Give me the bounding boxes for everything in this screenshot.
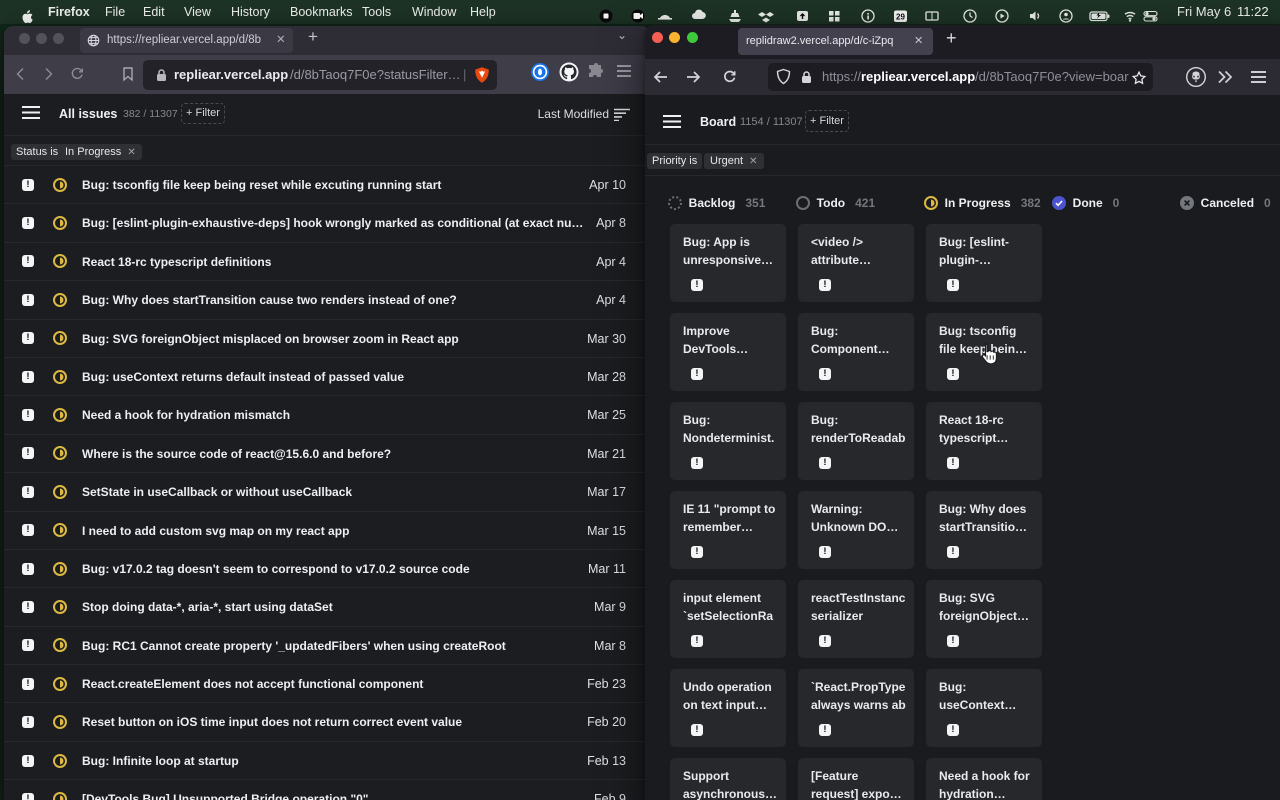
svg-text:29: 29 [896, 13, 905, 22]
